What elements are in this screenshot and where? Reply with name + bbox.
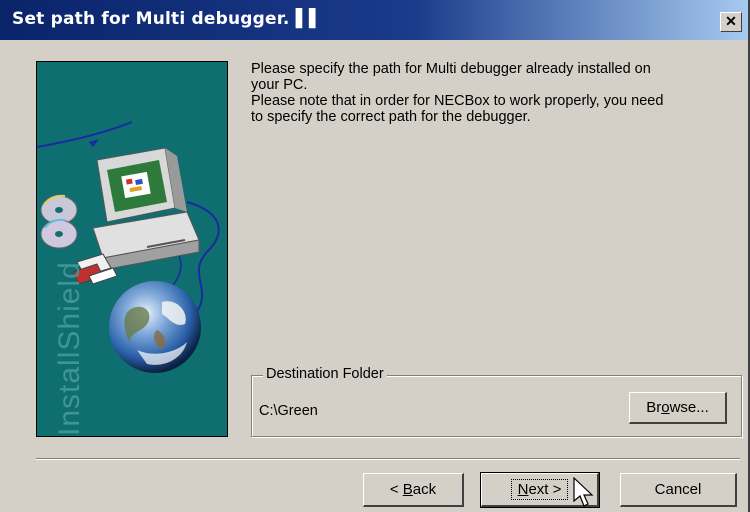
globe-icon [109,281,201,373]
installer-dialog: Set path for Multi debugger. ▌▌ ✕ Instal… [0,0,750,512]
cancel-button-label: Cancel [654,481,702,498]
instruction-line: Please specify the path for Multi debugg… [251,61,651,77]
cancel-button[interactable]: Cancel [620,473,737,507]
destination-path: C:\Green [259,403,318,419]
installshield-banner: InstallShield [36,61,228,437]
instruction-line: your PC. [251,77,308,93]
instruction-line: to specify the correct path for the debu… [251,109,531,125]
next-button-label: Next > [510,479,569,500]
title-bar[interactable]: Set path for Multi debugger. ▌▌ ✕ [0,0,748,40]
browse-button[interactable]: Browse... [629,392,727,424]
destination-folder-label: Destination Folder [263,366,387,382]
back-button[interactable]: < Back [363,473,464,507]
mouse-pointer-icon [573,477,594,507]
computer-icon [92,147,200,271]
cd-discs-icon [40,194,78,249]
back-button-label: < Back [389,481,437,498]
separator-line [36,458,740,460]
title-mark: ▌▌ [295,9,323,29]
instruction-line: Please note that in order for NECBox to … [251,93,664,109]
destination-folder-group: Destination Folder C:\Green Browse... [251,366,742,437]
window-title: Set path for Multi debugger. ▌▌ [12,9,323,29]
close-button[interactable]: ✕ [720,12,742,32]
browse-button-label: Browse... [646,399,709,416]
instruction-text: Please specify the path for Multi debugg… [251,61,741,125]
installshield-watermark: InstallShield [53,261,86,436]
close-icon: ✕ [725,13,737,29]
